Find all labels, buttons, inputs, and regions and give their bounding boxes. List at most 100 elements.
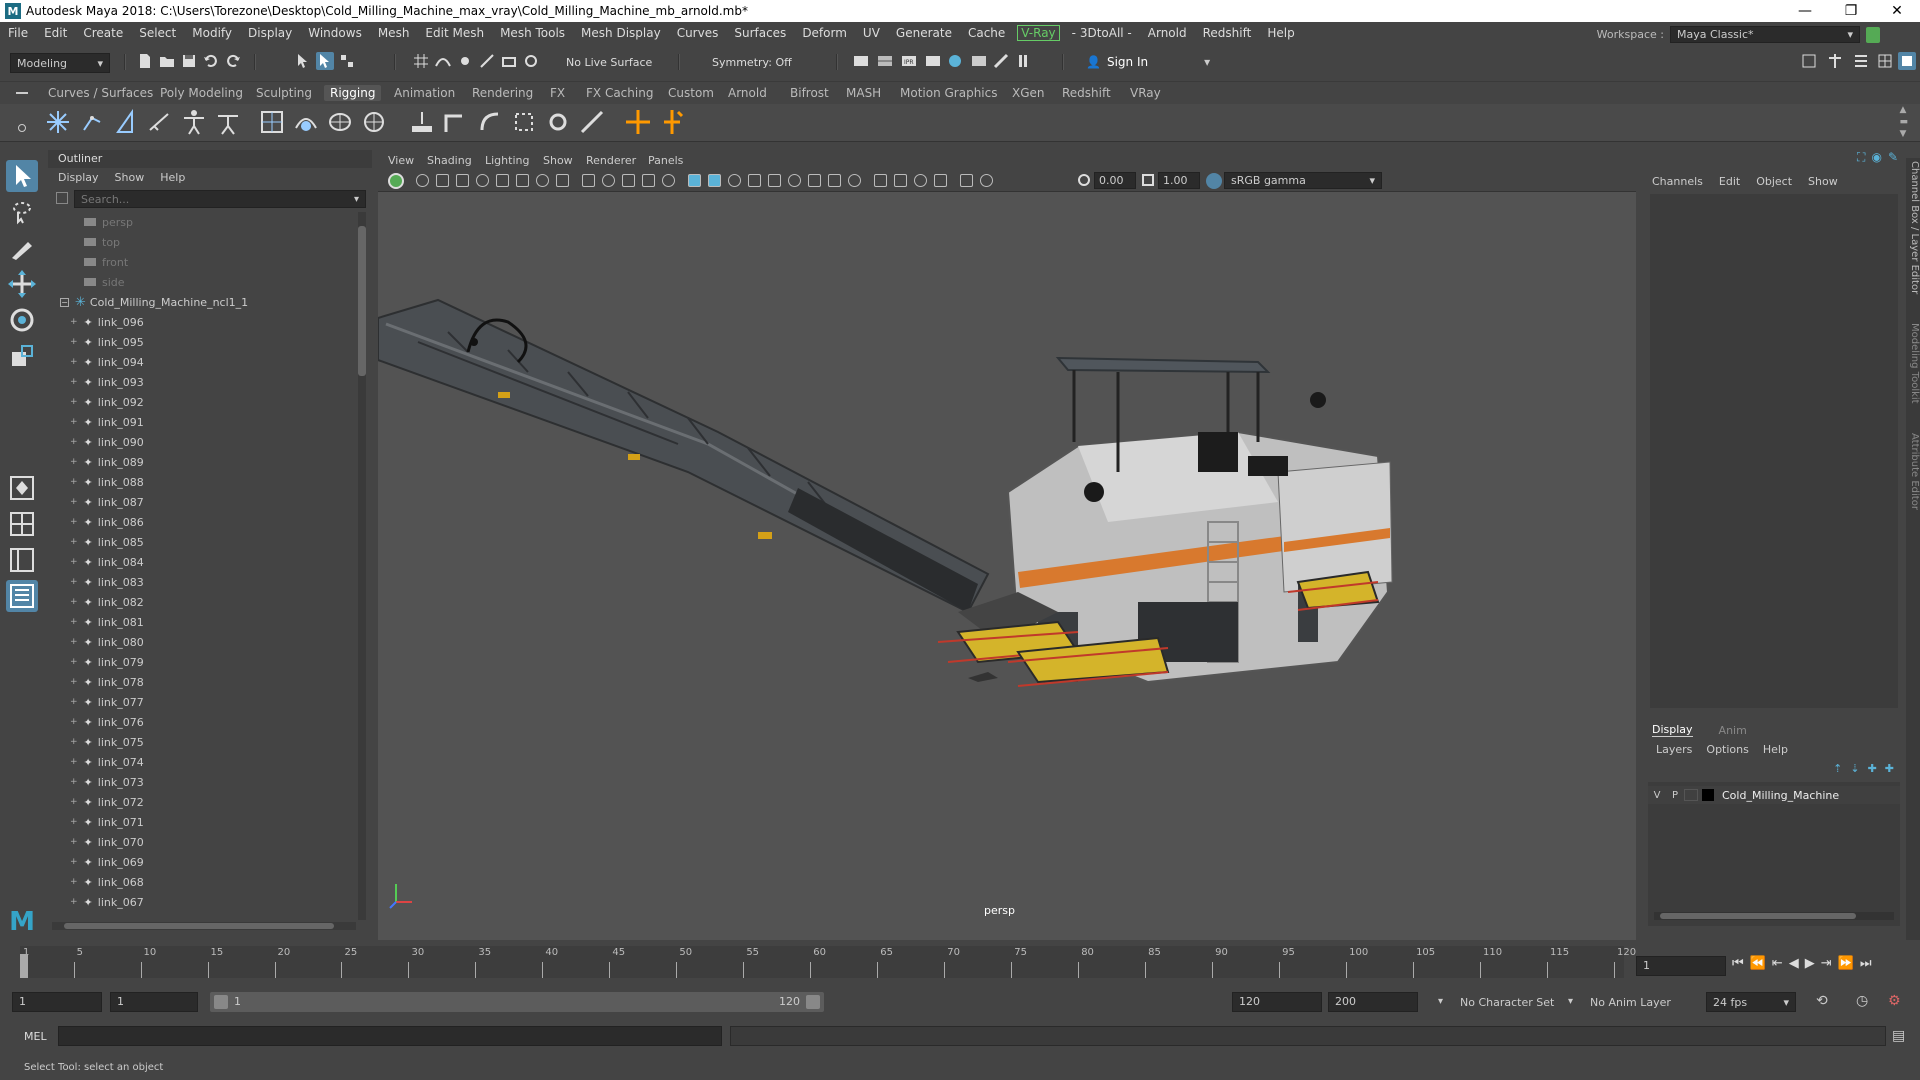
outliner-item-link_091[interactable]: + ✦ link_091 xyxy=(48,412,358,432)
shelf-tab-custom[interactable]: Custom xyxy=(662,85,720,101)
outliner-item-link_092[interactable]: + ✦ link_092 xyxy=(48,392,358,412)
render-view-icon[interactable] xyxy=(970,52,988,70)
shelf-tab-arnold[interactable]: Arnold xyxy=(722,85,773,101)
film-gate-icon[interactable] xyxy=(556,174,569,187)
go-to-end-icon[interactable]: ⏭ xyxy=(1860,956,1872,971)
cluster-icon[interactable] xyxy=(360,108,388,136)
side-tab-channel-box[interactable]: Channel Box / Layer Editor xyxy=(1906,158,1920,298)
menu-uv[interactable]: UV xyxy=(855,26,888,40)
lock-camera-icon[interactable] xyxy=(436,174,449,187)
layer-hscrollbar[interactable] xyxy=(1654,912,1894,920)
attribute-editor-icon[interactable]: ◉ xyxy=(1871,150,1881,165)
redo-icon[interactable] xyxy=(224,52,242,70)
gamma-icon[interactable] xyxy=(1142,174,1154,186)
render-icon[interactable] xyxy=(852,52,870,70)
outliner-item-link_093[interactable]: + ✦ link_093 xyxy=(48,372,358,392)
resolution-gate-icon[interactable] xyxy=(582,174,595,187)
select-tool-icon[interactable] xyxy=(6,160,38,192)
open-scene-icon[interactable] xyxy=(158,52,176,70)
scrollbar-thumb[interactable] xyxy=(64,923,334,929)
outliner-item-link_071[interactable]: + ✦ link_071 xyxy=(48,812,358,832)
render-sequence-icon[interactable] xyxy=(876,52,894,70)
expand-icon[interactable]: + xyxy=(70,837,78,847)
outliner-menu-display[interactable]: Display xyxy=(58,171,99,184)
rotate-tool-icon[interactable] xyxy=(6,304,38,336)
menu-windows[interactable]: Windows xyxy=(300,26,370,40)
move-tool-icon[interactable] xyxy=(6,268,38,300)
safe-title-icon[interactable] xyxy=(662,174,675,187)
tool-settings-icon[interactable]: ✎ xyxy=(1888,150,1898,165)
outliner-item-link_082[interactable]: + ✦ link_082 xyxy=(48,592,358,612)
outliner-item-link_087[interactable]: + ✦ link_087 xyxy=(48,492,358,512)
layer-playback-toggle[interactable]: P xyxy=(1666,790,1684,801)
expand-icon[interactable]: + xyxy=(70,537,78,547)
new-layer-selected-icon[interactable]: ✚ xyxy=(1885,762,1894,775)
undo-icon[interactable] xyxy=(202,52,220,70)
outliner-item-link_078[interactable]: + ✦ link_078 xyxy=(48,672,358,692)
go-to-start-icon[interactable]: ⏮ xyxy=(1732,956,1744,971)
shelf-tab-vray[interactable]: VRay xyxy=(1124,85,1167,101)
move-layer-down-icon[interactable]: ⇣ xyxy=(1850,762,1859,775)
default-material-icon[interactable] xyxy=(728,174,741,187)
backface-culling-icon[interactable] xyxy=(960,174,973,187)
expand-icon[interactable]: + xyxy=(70,557,78,567)
menu-vray[interactable]: V-Ray xyxy=(1017,25,1060,41)
outliner-layout-icon[interactable] xyxy=(6,580,38,612)
expand-icon[interactable]: + xyxy=(70,677,78,687)
expand-icon[interactable]: + xyxy=(70,577,78,587)
menu-generate[interactable]: Generate xyxy=(888,26,960,40)
new-layer-icon[interactable]: ✚ xyxy=(1868,762,1877,775)
outliner-hscrollbar[interactable] xyxy=(52,922,356,930)
camera-bookmarks-icon[interactable] xyxy=(456,174,469,187)
chevron-down-icon[interactable]: ▾ xyxy=(1568,996,1573,1007)
expand-icon[interactable]: + xyxy=(70,597,78,607)
colorspace-dropdown[interactable]: sRGB gamma ▾ xyxy=(1224,172,1382,189)
outliner-item-link_084[interactable]: + ✦ link_084 xyxy=(48,552,358,572)
time-slider[interactable]: 1 5 10 15 20 25 30 35 40 45 50 55 60 65 70 75 80 85 90 95 10… xyxy=(0,946,1920,982)
layer-menu-options[interactable]: Options xyxy=(1706,743,1748,756)
viewport-canvas[interactable]: persp xyxy=(378,192,1636,940)
ipr-render-icon[interactable]: IPR xyxy=(900,52,918,70)
minimize-button[interactable]: — xyxy=(1782,0,1828,22)
expand-icon[interactable]: + xyxy=(70,797,78,807)
layer-display-type[interactable] xyxy=(1684,789,1698,801)
new-scene-icon[interactable] xyxy=(136,52,154,70)
viewport-menu-view[interactable]: View xyxy=(388,154,414,167)
layer-visibility-toggle[interactable]: V xyxy=(1648,790,1666,801)
bind-skin-icon[interactable] xyxy=(258,108,286,136)
expand-icon[interactable]: + xyxy=(70,757,78,767)
step-forward-frame-icon[interactable]: ⏩ xyxy=(1838,956,1854,971)
outliner-item-link_081[interactable]: + ✦ link_081 xyxy=(48,612,358,632)
shelf-tab-fx-caching[interactable]: FX Caching xyxy=(580,85,659,101)
snap-surface-icon[interactable] xyxy=(500,52,518,70)
ik-handle-icon[interactable] xyxy=(78,108,106,136)
time-cursor[interactable] xyxy=(20,954,28,978)
shelf-tab-redshift[interactable]: Redshift xyxy=(1056,85,1117,101)
expand-icon[interactable]: + xyxy=(70,637,78,647)
shelf-menu-icon[interactable] xyxy=(16,92,28,94)
scale-constraint-icon[interactable] xyxy=(510,108,538,136)
step-back-key-icon[interactable]: ⇤ xyxy=(1772,956,1783,971)
mel-input[interactable] xyxy=(58,1026,722,1046)
workspace-dropdown[interactable]: Maya Classic* ▾ xyxy=(1670,26,1860,43)
loop-icon[interactable]: ⟲ xyxy=(1816,993,1828,1009)
script-editor-icon[interactable]: ▤ xyxy=(1892,1028,1905,1044)
playback-start-field[interactable]: 1 xyxy=(110,992,198,1012)
grease-pencil-icon[interactable] xyxy=(516,174,529,187)
expand-icon[interactable]: + xyxy=(70,417,78,427)
scrollbar-thumb[interactable] xyxy=(358,226,366,376)
animation-end-field[interactable]: 200 xyxy=(1328,992,1418,1012)
point-constraint-icon[interactable] xyxy=(408,108,436,136)
shelf-tab-rigging[interactable]: Rigging xyxy=(324,85,382,101)
viewport-menu-show[interactable]: Show xyxy=(543,154,573,167)
expand-icon[interactable]: + xyxy=(70,377,78,387)
parent-constraint-icon[interactable] xyxy=(544,108,572,136)
humanik-icon[interactable] xyxy=(180,108,208,136)
joint-tool-icon[interactable] xyxy=(44,108,72,136)
menu-surfaces[interactable]: Surfaces xyxy=(726,26,794,40)
screen-space-ao-icon[interactable] xyxy=(808,174,821,187)
expand-icon[interactable]: + xyxy=(70,457,78,467)
layout-tool-icon[interactable] xyxy=(1826,52,1844,70)
2d-pan-zoom-icon[interactable] xyxy=(496,174,509,187)
menu-edit[interactable]: Edit xyxy=(36,26,75,40)
